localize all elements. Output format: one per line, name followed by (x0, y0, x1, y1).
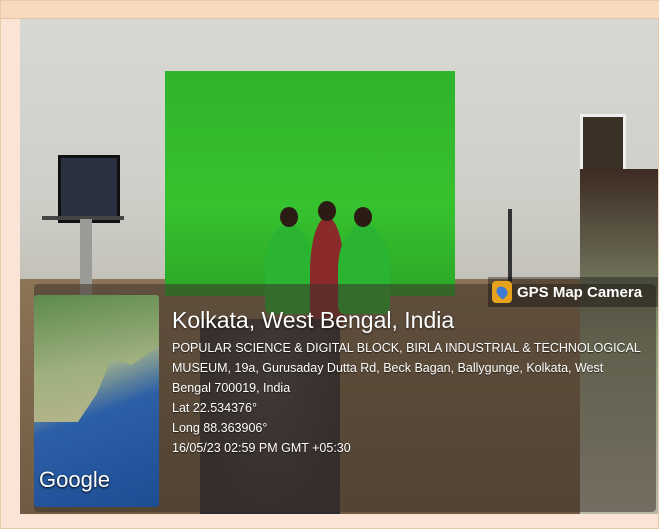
map-land (34, 295, 159, 423)
location-text: Kolkata, West Bengal, India POPULAR SCIE… (172, 306, 652, 458)
badge-label: GPS Map Camera (517, 283, 643, 301)
person-right-head (354, 207, 372, 227)
tv-monitor (58, 155, 120, 223)
address-line-1: POPULAR SCIENCE & DIGITAL BLOCK, BIRLA I… (172, 341, 641, 355)
person-left-head (280, 207, 298, 227)
longitude: Long 88.363906° (172, 421, 268, 435)
photo: Google GPS Map Camera Kolkata, West Beng… (20, 19, 658, 514)
gps-map-camera-badge: GPS Map Camera (488, 277, 658, 307)
latitude: Lat 22.534376° (172, 401, 257, 415)
timestamp: 16/05/23 02:59 PM GMT +05:30 (172, 441, 351, 455)
city-title: Kolkata, West Bengal, India (172, 307, 455, 333)
address-line-2: MUSEUM, 19a, Gurusaday Dutta Rd, Beck Ba… (172, 361, 604, 375)
top-band (1, 1, 659, 19)
person-center-head (318, 201, 336, 221)
address-line-3: Bengal 700019, India (172, 381, 291, 395)
map-provider-label: Google (39, 467, 110, 492)
map-thumbnail: Google (34, 295, 159, 507)
page-frame: Google GPS Map Camera Kolkata, West Beng… (0, 0, 659, 529)
gps-map-camera-icon (492, 281, 512, 303)
